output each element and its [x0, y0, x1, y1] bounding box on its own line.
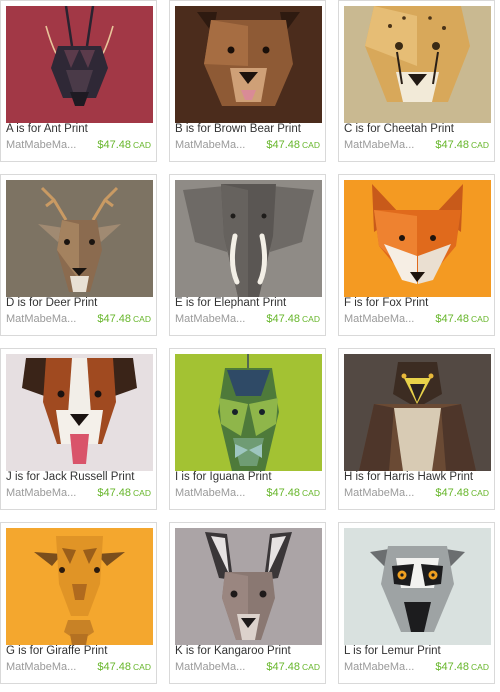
listing-image[interactable]: [6, 354, 153, 471]
shop-name[interactable]: MatMabeMa...: [6, 661, 84, 673]
listing-card[interactable]: H is for Harris Hawk Print MatMabeMa... …: [338, 348, 495, 510]
listing-title[interactable]: J is for Jack Russell Print: [6, 471, 153, 487]
listing-card[interactable]: D is for Deer Print MatMabeMa... $47.48 C…: [0, 174, 157, 336]
listing-image[interactable]: [344, 6, 491, 123]
price-amount: $47.48: [97, 487, 132, 499]
listing-price: $47.48 CAD: [266, 313, 320, 325]
listing-image[interactable]: [344, 180, 491, 297]
deer-icon: [6, 180, 153, 297]
shop-name[interactable]: MatMabeMa...: [344, 487, 422, 499]
shop-name[interactable]: MatMabeMa...: [6, 487, 84, 499]
listing-price: $47.48 CAD: [266, 661, 320, 673]
hawk-icon: [344, 354, 491, 471]
listing-title[interactable]: B is for Brown Bear Print: [175, 123, 322, 139]
price-amount: $47.48: [97, 661, 132, 673]
price-amount: $47.48: [266, 313, 301, 325]
price-currency: CAD: [133, 140, 151, 150]
cheetah-icon: [344, 6, 491, 123]
listing-card[interactable]: K is for Kangaroo Print MatMabeMa... $47…: [169, 522, 326, 684]
listing-image[interactable]: [344, 354, 491, 471]
listing-image[interactable]: [175, 354, 322, 471]
listing-title[interactable]: A is for Ant Print: [6, 123, 153, 139]
listing-title[interactable]: G is for Giraffe Print: [6, 645, 153, 661]
giraffe-icon: [6, 528, 153, 645]
listing-card[interactable]: L is for Lemur Print MatMabeMa... $47.48…: [338, 522, 495, 684]
listing-price: $47.48 CAD: [266, 139, 320, 151]
bear-icon: [175, 6, 322, 123]
price-amount: $47.48: [435, 313, 470, 325]
shop-name[interactable]: MatMabeMa...: [344, 661, 422, 673]
listing-card[interactable]: J is for Jack Russell Print MatMabeMa...…: [0, 348, 157, 510]
listing-image[interactable]: [6, 180, 153, 297]
price-currency: CAD: [471, 140, 489, 150]
price-amount: $47.48: [266, 139, 301, 151]
listing-price: $47.48 CAD: [435, 661, 489, 673]
listing-card[interactable]: F is for Fox Print MatMabeMa... $47.48 CA…: [338, 174, 495, 336]
listing-price: $47.48 CAD: [97, 139, 151, 151]
price-amount: $47.48: [97, 313, 132, 325]
listing-card[interactable]: G is for Giraffe Print MatMabeMa... $47.…: [0, 522, 157, 684]
price-currency: CAD: [133, 662, 151, 672]
listing-image[interactable]: [175, 6, 322, 123]
price-currency: CAD: [471, 488, 489, 498]
jack-russell-icon: [6, 354, 153, 471]
listing-image[interactable]: [175, 528, 322, 645]
price-amount: $47.48: [266, 487, 301, 499]
listing-image[interactable]: [344, 528, 491, 645]
price-amount: $47.48: [97, 139, 132, 151]
price-currency: CAD: [133, 488, 151, 498]
listing-card[interactable]: C is for Cheetah Print MatMabeMa... $47.…: [338, 0, 495, 162]
listing-price: $47.48 CAD: [266, 487, 320, 499]
price-currency: CAD: [471, 662, 489, 672]
listing-title[interactable]: D is for Deer Print: [6, 297, 153, 313]
price-currency: CAD: [133, 314, 151, 324]
price-currency: CAD: [302, 488, 320, 498]
listing-price: $47.48 CAD: [97, 487, 151, 499]
price-currency: CAD: [302, 314, 320, 324]
lemur-icon: [344, 528, 491, 645]
price-currency: CAD: [302, 140, 320, 150]
listing-title[interactable]: C is for Cheetah Print: [344, 123, 491, 139]
shop-name[interactable]: MatMabeMa...: [175, 139, 253, 151]
listing-title[interactable]: H is for Harris Hawk Print: [344, 471, 491, 487]
kangaroo-icon: [175, 528, 322, 645]
price-amount: $47.48: [435, 661, 470, 673]
listing-card[interactable]: E is for Elephant Print MatMabeMa... $47…: [169, 174, 326, 336]
listing-price: $47.48 CAD: [435, 139, 489, 151]
shop-name[interactable]: MatMabeMa...: [175, 487, 253, 499]
shop-name[interactable]: MatMabeMa...: [175, 661, 253, 673]
listing-price: $47.48 CAD: [97, 313, 151, 325]
listing-title[interactable]: F is for Fox Print: [344, 297, 491, 313]
listing-price: $47.48 CAD: [435, 313, 489, 325]
elephant-icon: [175, 180, 322, 297]
price-currency: CAD: [302, 662, 320, 672]
shop-name[interactable]: MatMabeMa...: [6, 139, 84, 151]
listing-card[interactable]: B is for Brown Bear Print MatMabeMa... $…: [169, 0, 326, 162]
listing-title[interactable]: E is for Elephant Print: [175, 297, 322, 313]
fox-icon: [344, 180, 491, 297]
price-amount: $47.48: [435, 139, 470, 151]
listing-image[interactable]: [6, 6, 153, 123]
listing-price: $47.48 CAD: [435, 487, 489, 499]
listing-image[interactable]: [6, 528, 153, 645]
listing-price: $47.48 CAD: [97, 661, 151, 673]
price-amount: $47.48: [435, 487, 470, 499]
listing-card[interactable]: I is for Iguana Print MatMabeMa... $47.4…: [169, 348, 326, 510]
shop-name[interactable]: MatMabeMa...: [6, 313, 84, 325]
shop-name[interactable]: MatMabeMa...: [175, 313, 253, 325]
shop-name[interactable]: MatMabeMa...: [344, 139, 422, 151]
shop-name[interactable]: MatMabeMa...: [344, 313, 422, 325]
listing-title[interactable]: L is for Lemur Print: [344, 645, 491, 661]
listing-card[interactable]: A is for Ant Print MatMabeMa... $47.48 CA…: [0, 0, 157, 162]
listing-title[interactable]: K is for Kangaroo Print: [175, 645, 322, 661]
listing-image[interactable]: [175, 180, 322, 297]
listing-title[interactable]: I is for Iguana Print: [175, 471, 322, 487]
listing-grid: A is for Ant Print MatMabeMa... $47.48 CA…: [0, 0, 500, 692]
price-amount: $47.48: [266, 661, 301, 673]
iguana-icon: [175, 354, 322, 471]
ant-icon: [6, 6, 153, 123]
price-currency: CAD: [471, 314, 489, 324]
